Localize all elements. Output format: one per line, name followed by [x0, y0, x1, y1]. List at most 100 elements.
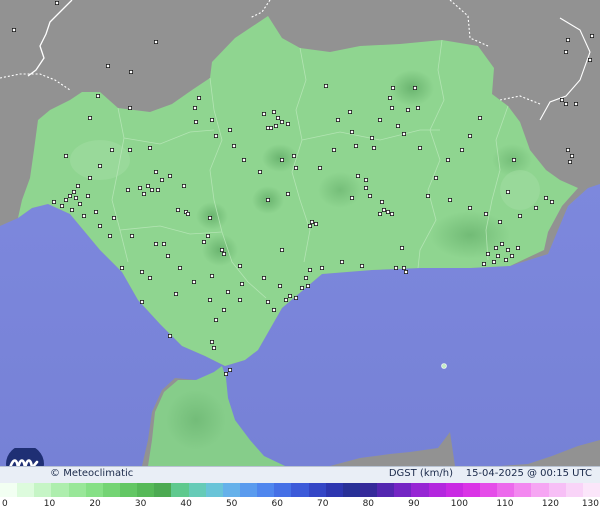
- station-marker[interactable]: [389, 211, 394, 216]
- station-marker[interactable]: [275, 116, 280, 121]
- station-marker[interactable]: [303, 275, 308, 280]
- station-marker[interactable]: [467, 205, 472, 210]
- station-marker[interactable]: [126, 187, 131, 192]
- station-marker[interactable]: [401, 131, 406, 136]
- station-marker[interactable]: [283, 297, 288, 302]
- station-marker[interactable]: [566, 38, 571, 43]
- station-marker[interactable]: [265, 299, 270, 304]
- station-marker[interactable]: [279, 120, 284, 125]
- station-marker[interactable]: [570, 153, 575, 158]
- station-marker[interactable]: [128, 70, 133, 75]
- station-marker[interactable]: [299, 285, 304, 290]
- station-marker[interactable]: [389, 106, 394, 111]
- station-marker[interactable]: [509, 253, 514, 258]
- station-marker[interactable]: [139, 299, 144, 304]
- station-marker[interactable]: [231, 143, 236, 148]
- station-marker[interactable]: [493, 245, 498, 250]
- station-marker[interactable]: [74, 195, 79, 200]
- station-marker[interactable]: [347, 110, 352, 115]
- station-marker[interactable]: [291, 153, 296, 158]
- station-marker[interactable]: [395, 124, 400, 129]
- station-marker[interactable]: [149, 187, 154, 192]
- station-marker[interactable]: [141, 191, 146, 196]
- station-marker[interactable]: [173, 291, 178, 296]
- station-marker[interactable]: [279, 157, 284, 162]
- station-marker[interactable]: [307, 267, 312, 272]
- station-marker[interactable]: [534, 205, 539, 210]
- station-marker[interactable]: [159, 177, 164, 182]
- station-marker[interactable]: [273, 124, 278, 129]
- station-marker[interactable]: [147, 145, 152, 150]
- station-marker[interactable]: [127, 147, 132, 152]
- map-area[interactable]: [0, 0, 600, 466]
- station-marker[interactable]: [239, 281, 244, 286]
- station-marker[interactable]: [387, 96, 392, 101]
- station-marker[interactable]: [147, 275, 152, 280]
- station-marker[interactable]: [120, 265, 125, 270]
- station-marker[interactable]: [403, 269, 408, 274]
- station-marker[interactable]: [161, 241, 166, 246]
- station-marker[interactable]: [497, 219, 502, 224]
- station-marker[interactable]: [181, 183, 186, 188]
- station-marker[interactable]: [339, 259, 344, 264]
- station-marker[interactable]: [213, 133, 218, 138]
- station-marker[interactable]: [88, 175, 93, 180]
- station-marker[interactable]: [349, 195, 354, 200]
- wind-gust-map[interactable]: [0, 0, 600, 466]
- station-marker[interactable]: [379, 199, 384, 204]
- station-marker[interactable]: [323, 84, 328, 89]
- station-marker[interactable]: [196, 96, 201, 101]
- station-marker[interactable]: [225, 289, 230, 294]
- station-marker[interactable]: [241, 157, 246, 162]
- station-marker[interactable]: [60, 203, 65, 208]
- station-marker[interactable]: [574, 102, 579, 107]
- station-marker[interactable]: [185, 211, 190, 216]
- station-marker[interactable]: [349, 129, 354, 134]
- station-marker[interactable]: [564, 102, 569, 107]
- station-marker[interactable]: [137, 185, 142, 190]
- station-marker[interactable]: [355, 173, 360, 178]
- station-marker[interactable]: [55, 0, 60, 6]
- station-marker[interactable]: [550, 199, 555, 204]
- station-marker[interactable]: [568, 159, 573, 164]
- station-marker[interactable]: [193, 120, 198, 125]
- station-marker[interactable]: [201, 239, 206, 244]
- station-marker[interactable]: [108, 233, 113, 238]
- station-marker[interactable]: [405, 108, 410, 113]
- station-marker[interactable]: [153, 241, 158, 246]
- station-marker[interactable]: [86, 193, 91, 198]
- station-marker[interactable]: [207, 215, 212, 220]
- station-marker[interactable]: [495, 253, 500, 258]
- station-marker[interactable]: [590, 34, 595, 39]
- station-marker[interactable]: [78, 201, 83, 206]
- station-marker[interactable]: [412, 86, 417, 91]
- station-marker[interactable]: [221, 307, 226, 312]
- station-marker[interactable]: [271, 307, 276, 312]
- station-marker[interactable]: [261, 112, 266, 117]
- station-marker[interactable]: [64, 197, 69, 202]
- station-marker[interactable]: [588, 58, 593, 63]
- station-marker[interactable]: [76, 183, 81, 188]
- station-marker[interactable]: [285, 122, 290, 127]
- station-marker[interactable]: [499, 241, 504, 246]
- station-marker[interactable]: [544, 195, 549, 200]
- station-marker[interactable]: [279, 247, 284, 252]
- station-marker[interactable]: [94, 209, 99, 214]
- station-marker[interactable]: [207, 297, 212, 302]
- station-marker[interactable]: [491, 259, 496, 264]
- station-marker[interactable]: [477, 116, 482, 121]
- station-marker[interactable]: [385, 209, 390, 214]
- station-marker[interactable]: [98, 163, 103, 168]
- station-marker[interactable]: [377, 118, 382, 123]
- station-marker[interactable]: [359, 263, 364, 268]
- station-marker[interactable]: [72, 189, 77, 194]
- station-marker[interactable]: [381, 207, 386, 212]
- station-marker[interactable]: [112, 215, 117, 220]
- station-marker[interactable]: [213, 317, 218, 322]
- station-marker[interactable]: [287, 293, 292, 298]
- station-marker[interactable]: [70, 207, 75, 212]
- station-marker[interactable]: [211, 345, 216, 350]
- station-marker[interactable]: [518, 213, 523, 218]
- station-marker[interactable]: [483, 211, 488, 216]
- station-marker[interactable]: [459, 147, 464, 152]
